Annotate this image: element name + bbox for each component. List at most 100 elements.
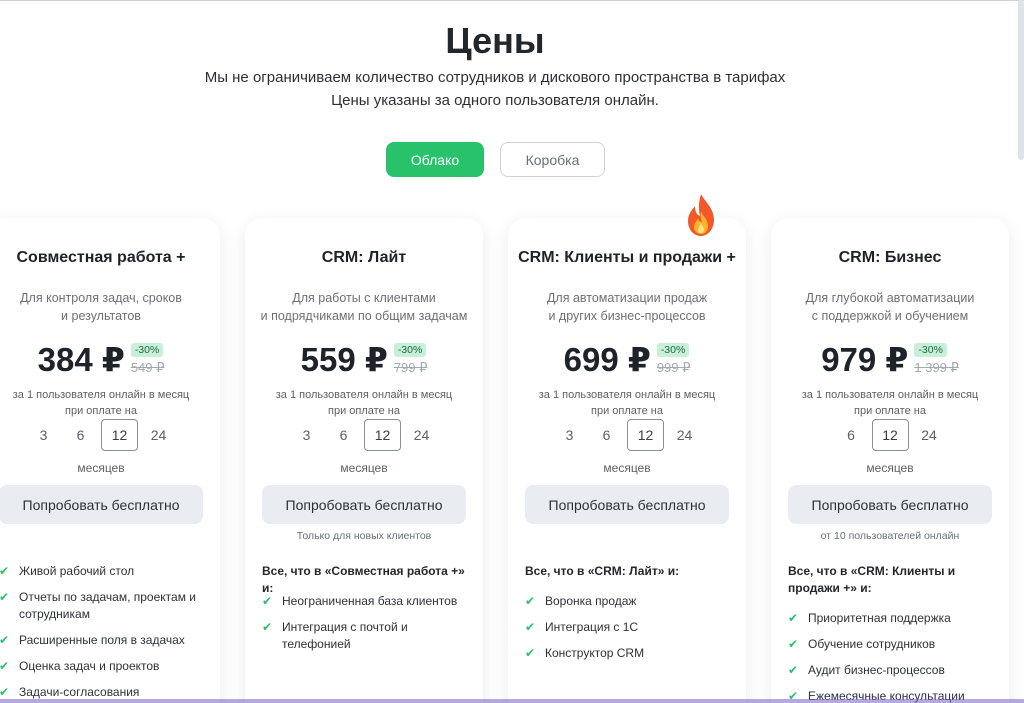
period-text-line: за 1 пользователя онлайн в месяц (538, 389, 716, 401)
plan-card-crm-clients-sales: CRM: Клиенты и продажи + Для автоматизац… (508, 218, 746, 703)
period-text: за 1 пользователя онлайн в месяц при опл… (508, 387, 746, 419)
feature-list: ✔ Приоритетная поддержка ✔ Обучение сотруд… (788, 610, 998, 703)
months-selector: 6 12 24 (771, 419, 1009, 451)
period-text-line: при оплате на (328, 405, 400, 417)
subtitle-limits: Мы не ограничиваем количество сотруднико… (204, 69, 786, 86)
check-icon: ✔ (0, 633, 10, 647)
feature-text: Приоритетная поддержка (808, 611, 951, 625)
months-selector: 3 6 12 24 (508, 419, 746, 451)
feature-text: Интеграция с почтой и телефонией (282, 620, 408, 651)
discount-badge: -30% (393, 343, 427, 357)
check-icon: ✔ (788, 611, 799, 625)
check-icon: ✔ (262, 620, 273, 634)
period-text-line: за 1 пользователя онлайн в месяц (801, 389, 979, 401)
feature-item: ✔ Воронка продаж (525, 593, 735, 610)
feature-text: Аудит бизнес-процессов (808, 663, 945, 677)
month-option[interactable]: 3 (551, 419, 588, 451)
feature-text: Живой рабочий стол (19, 564, 135, 578)
feature-text: Отчеты по задачам, проектам и сотрудника… (19, 590, 196, 621)
old-price: 799 ₽ (393, 360, 428, 375)
plan-description-line: и других бизнес-процессов (548, 309, 706, 323)
feature-text: Конструктор CRM (545, 646, 645, 660)
plan-description-line: и подрядчиками по общим задачам (260, 309, 468, 323)
plan-description: Для глубокой автоматизации с поддержкой … (781, 289, 999, 325)
feature-text: Оценка задач и проектов (19, 659, 160, 673)
feature-item: ✔ Оценка задач и проектов (0, 658, 209, 675)
period-text-line: при оплате на (591, 405, 663, 417)
plan-title: CRM: Лайт (321, 249, 407, 266)
feature-text: Расширенные поля в задачах (19, 633, 185, 647)
scrollbar[interactable] (1018, 0, 1024, 160)
toggle-cloud-button[interactable]: Облако (386, 142, 484, 177)
feature-item: ✔ Интеграция с почтой и телефонией (262, 619, 472, 653)
month-option[interactable]: 24 (403, 419, 440, 451)
plan-title: Совместная работа + (16, 249, 186, 266)
toggle-box-button[interactable]: Коробка (500, 142, 605, 177)
feature-item: ✔ Конструктор CRM (525, 645, 735, 662)
feature-list: ✔ Неограниченная база клиентов ✔ Интеграци… (262, 593, 472, 662)
check-icon: ✔ (262, 594, 273, 608)
period-text: за 1 пользователя онлайн в месяц при опл… (245, 387, 483, 419)
months-label: месяцев (340, 461, 388, 475)
feature-list: ✔ Воронка продаж ✔ Интеграция с 1С ✔ Констр… (525, 593, 735, 671)
check-icon: ✔ (0, 564, 10, 578)
includes-heading: Все, что в «CRM: Клиенты и продажи +» и: (788, 564, 956, 595)
months-label: месяцев (866, 461, 914, 475)
period-text: за 1 пользователя онлайн в месяц при опл… (0, 387, 220, 419)
month-option[interactable]: 6 (325, 419, 362, 451)
feature-item: ✔ Обучение сотрудников (788, 636, 998, 653)
plan-description-line: Для контроля задач, сроков (20, 291, 182, 305)
month-option-selected[interactable]: 12 (627, 419, 664, 451)
try-free-button[interactable]: Попробовать бесплатно (262, 485, 466, 524)
check-icon: ✔ (525, 646, 536, 660)
feature-text: Воронка продаж (545, 594, 637, 608)
plan-description-line: Для глубокой автоматизации (805, 291, 975, 305)
old-price: 549 ₽ (130, 360, 165, 375)
month-option[interactable]: 6 (62, 419, 99, 451)
top-border (0, 0, 1024, 1)
month-option[interactable]: 24 (140, 419, 177, 451)
month-option-selected[interactable]: 12 (871, 419, 909, 451)
try-note: от 10 пользователей онлайн (820, 530, 960, 542)
price-row: 699 ₽ -30% 999 ₽ (508, 340, 746, 380)
discount-badge: -30% (914, 343, 947, 357)
bottom-border (0, 699, 1024, 703)
month-option-selected[interactable]: 12 (364, 419, 401, 451)
try-free-button[interactable]: Попробовать бесплатно (788, 485, 992, 524)
try-free-button[interactable]: Попробовать бесплатно (525, 485, 729, 524)
month-option[interactable]: 6 (588, 419, 625, 451)
month-option[interactable]: 24 (666, 419, 703, 451)
month-option[interactable]: 6 (833, 419, 870, 451)
month-option[interactable]: 3 (25, 419, 62, 451)
feature-item: ✔ Приоритетная поддержка (788, 610, 998, 627)
price-row: 384 ₽ -30% 549 ₽ (0, 340, 220, 380)
plan-price: 559 ₽ (300, 341, 388, 378)
try-free-button[interactable]: Попробовать бесплатно (0, 485, 203, 524)
discount-badge: -30% (130, 343, 164, 357)
subtitle-per-user: Цены указаны за одного пользователя онла… (331, 92, 659, 109)
price-side: -30% 799 ₽ (393, 343, 428, 376)
feature-text: Неограниченная база клиентов (282, 594, 458, 608)
month-option-selected[interactable]: 12 (101, 419, 138, 451)
check-icon: ✔ (788, 663, 799, 677)
plan-title: CRM: Клиенты и продажи + (518, 249, 736, 266)
period-text-line: за 1 пользователя онлайн в месяц (12, 389, 190, 401)
period-text-line: при оплате на (854, 405, 926, 417)
feature-item: ✔ Аудит бизнес-процессов (788, 662, 998, 679)
fire-icon (688, 194, 714, 236)
period-text: за 1 пользователя онлайн в месяц при опл… (771, 387, 1009, 419)
feature-text: Обучение сотрудников (808, 637, 936, 651)
months-label: месяцев (603, 461, 651, 475)
month-option[interactable]: 3 (288, 419, 325, 451)
plan-description-line: Для автоматизации продаж (546, 291, 708, 305)
plan-description: Для контроля задач, сроков и результатов (0, 289, 210, 325)
plan-description-line: и результатов (61, 309, 141, 323)
includes-heading: Все, что в «Совместная работа +» и: (262, 564, 465, 595)
months-selector: 3 6 12 24 (245, 419, 483, 451)
month-option[interactable]: 24 (911, 419, 948, 451)
plan-card-crm-business: CRM: Бизнес Для глубокой автоматизации с… (771, 218, 1009, 703)
plan-price: 384 ₽ (37, 341, 125, 378)
price-side: -30% 1 399 ₽ (914, 343, 959, 376)
months-selector: 3 6 12 24 (0, 419, 220, 451)
price-row: 979 ₽ -30% 1 399 ₽ (771, 340, 1009, 380)
